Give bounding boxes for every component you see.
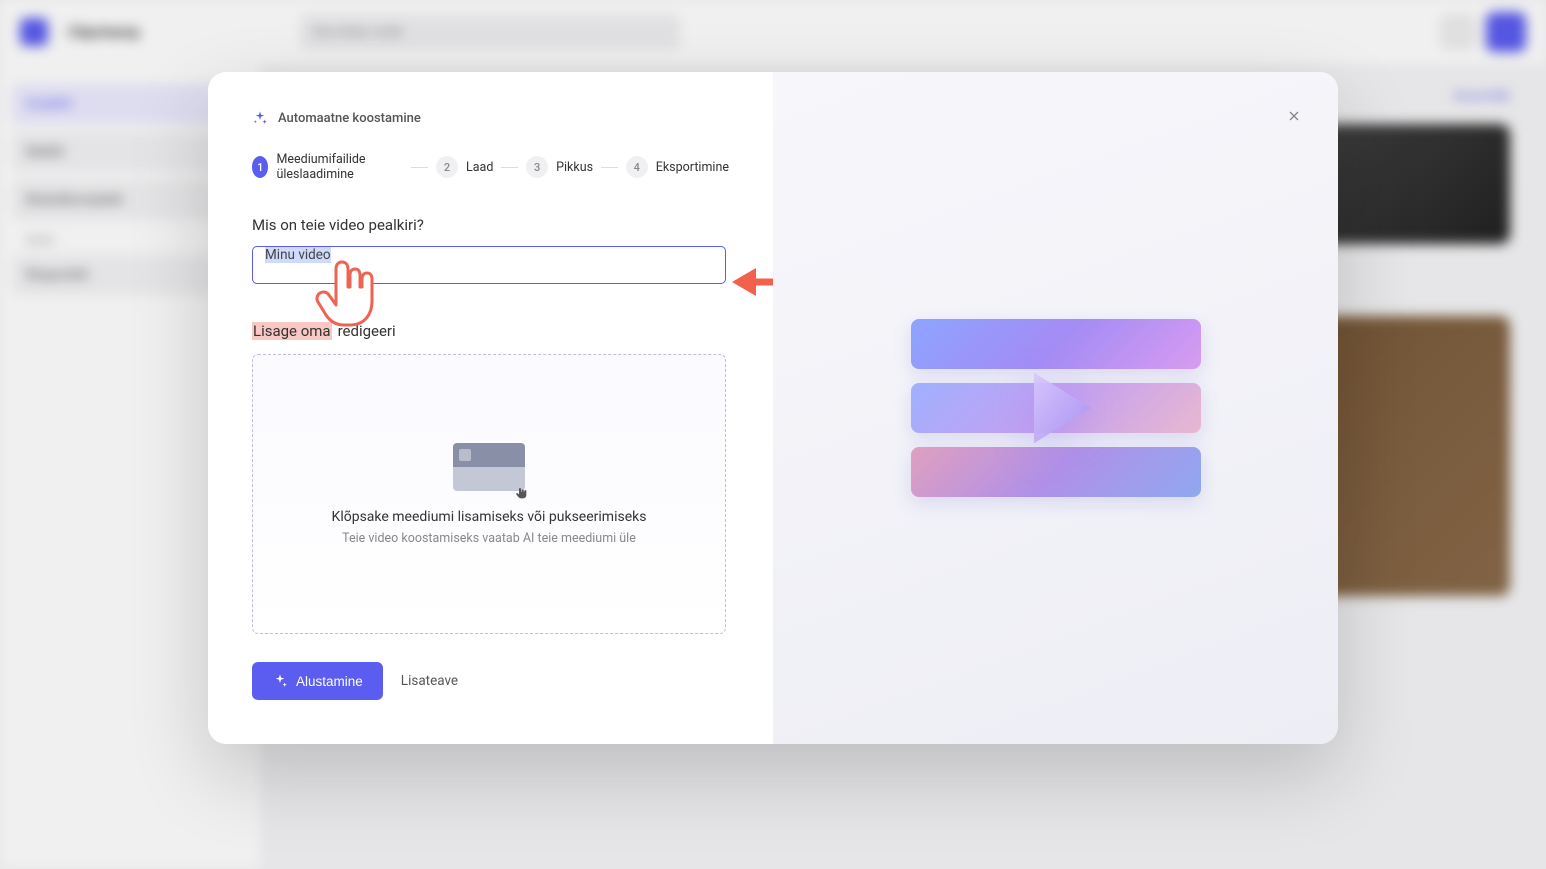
step-4[interactable]: 4 Eksportimine (626, 156, 729, 178)
hand-cursor-icon (513, 485, 529, 501)
step-1[interactable]: 1 Meediumifailide üleslaadimine (252, 152, 403, 182)
preview-graphic (911, 319, 1201, 497)
add-media-label: Lisage oma (252, 322, 332, 340)
sparkle-icon (272, 673, 288, 689)
video-title-input[interactable]: Minu video (252, 246, 726, 284)
auto-compose-modal: Automaatne koostamine 1 Meediumifailide … (208, 72, 1338, 744)
learn-more-link[interactable]: Lisateave (401, 673, 458, 689)
sparkle-icon (252, 110, 268, 126)
wizard-header: Automaatne koostamine (252, 110, 729, 126)
play-icon (1001, 353, 1111, 463)
step-2[interactable]: 2 Laad (436, 156, 493, 178)
modal-left-panel: Automaatne koostamine 1 Meediumifailide … (208, 72, 773, 744)
edit-media-link[interactable]: redigeeri (338, 322, 396, 340)
wizard-title: Automaatne koostamine (278, 111, 421, 126)
close-icon (1286, 108, 1302, 124)
step-3[interactable]: 3 Pikkus (526, 156, 593, 178)
start-button[interactable]: Alustamine (252, 662, 383, 700)
dropzone-subtitle: Teie video koostamiseks vaatab AI teie m… (342, 531, 636, 546)
close-button[interactable] (1278, 100, 1310, 132)
media-dropzone[interactable]: Klõpsake meediumi lisamiseks või pukseer… (252, 354, 726, 634)
dropzone-thumbnail-icon (453, 443, 525, 491)
stepper: 1 Meediumifailide üleslaadimine 2 Laad 3… (252, 152, 729, 182)
title-question: Mis on teie video pealkiri? (252, 216, 729, 234)
modal-preview-panel (773, 72, 1338, 744)
dropzone-title: Klõpsake meediumi lisamiseks või pukseer… (332, 509, 647, 525)
